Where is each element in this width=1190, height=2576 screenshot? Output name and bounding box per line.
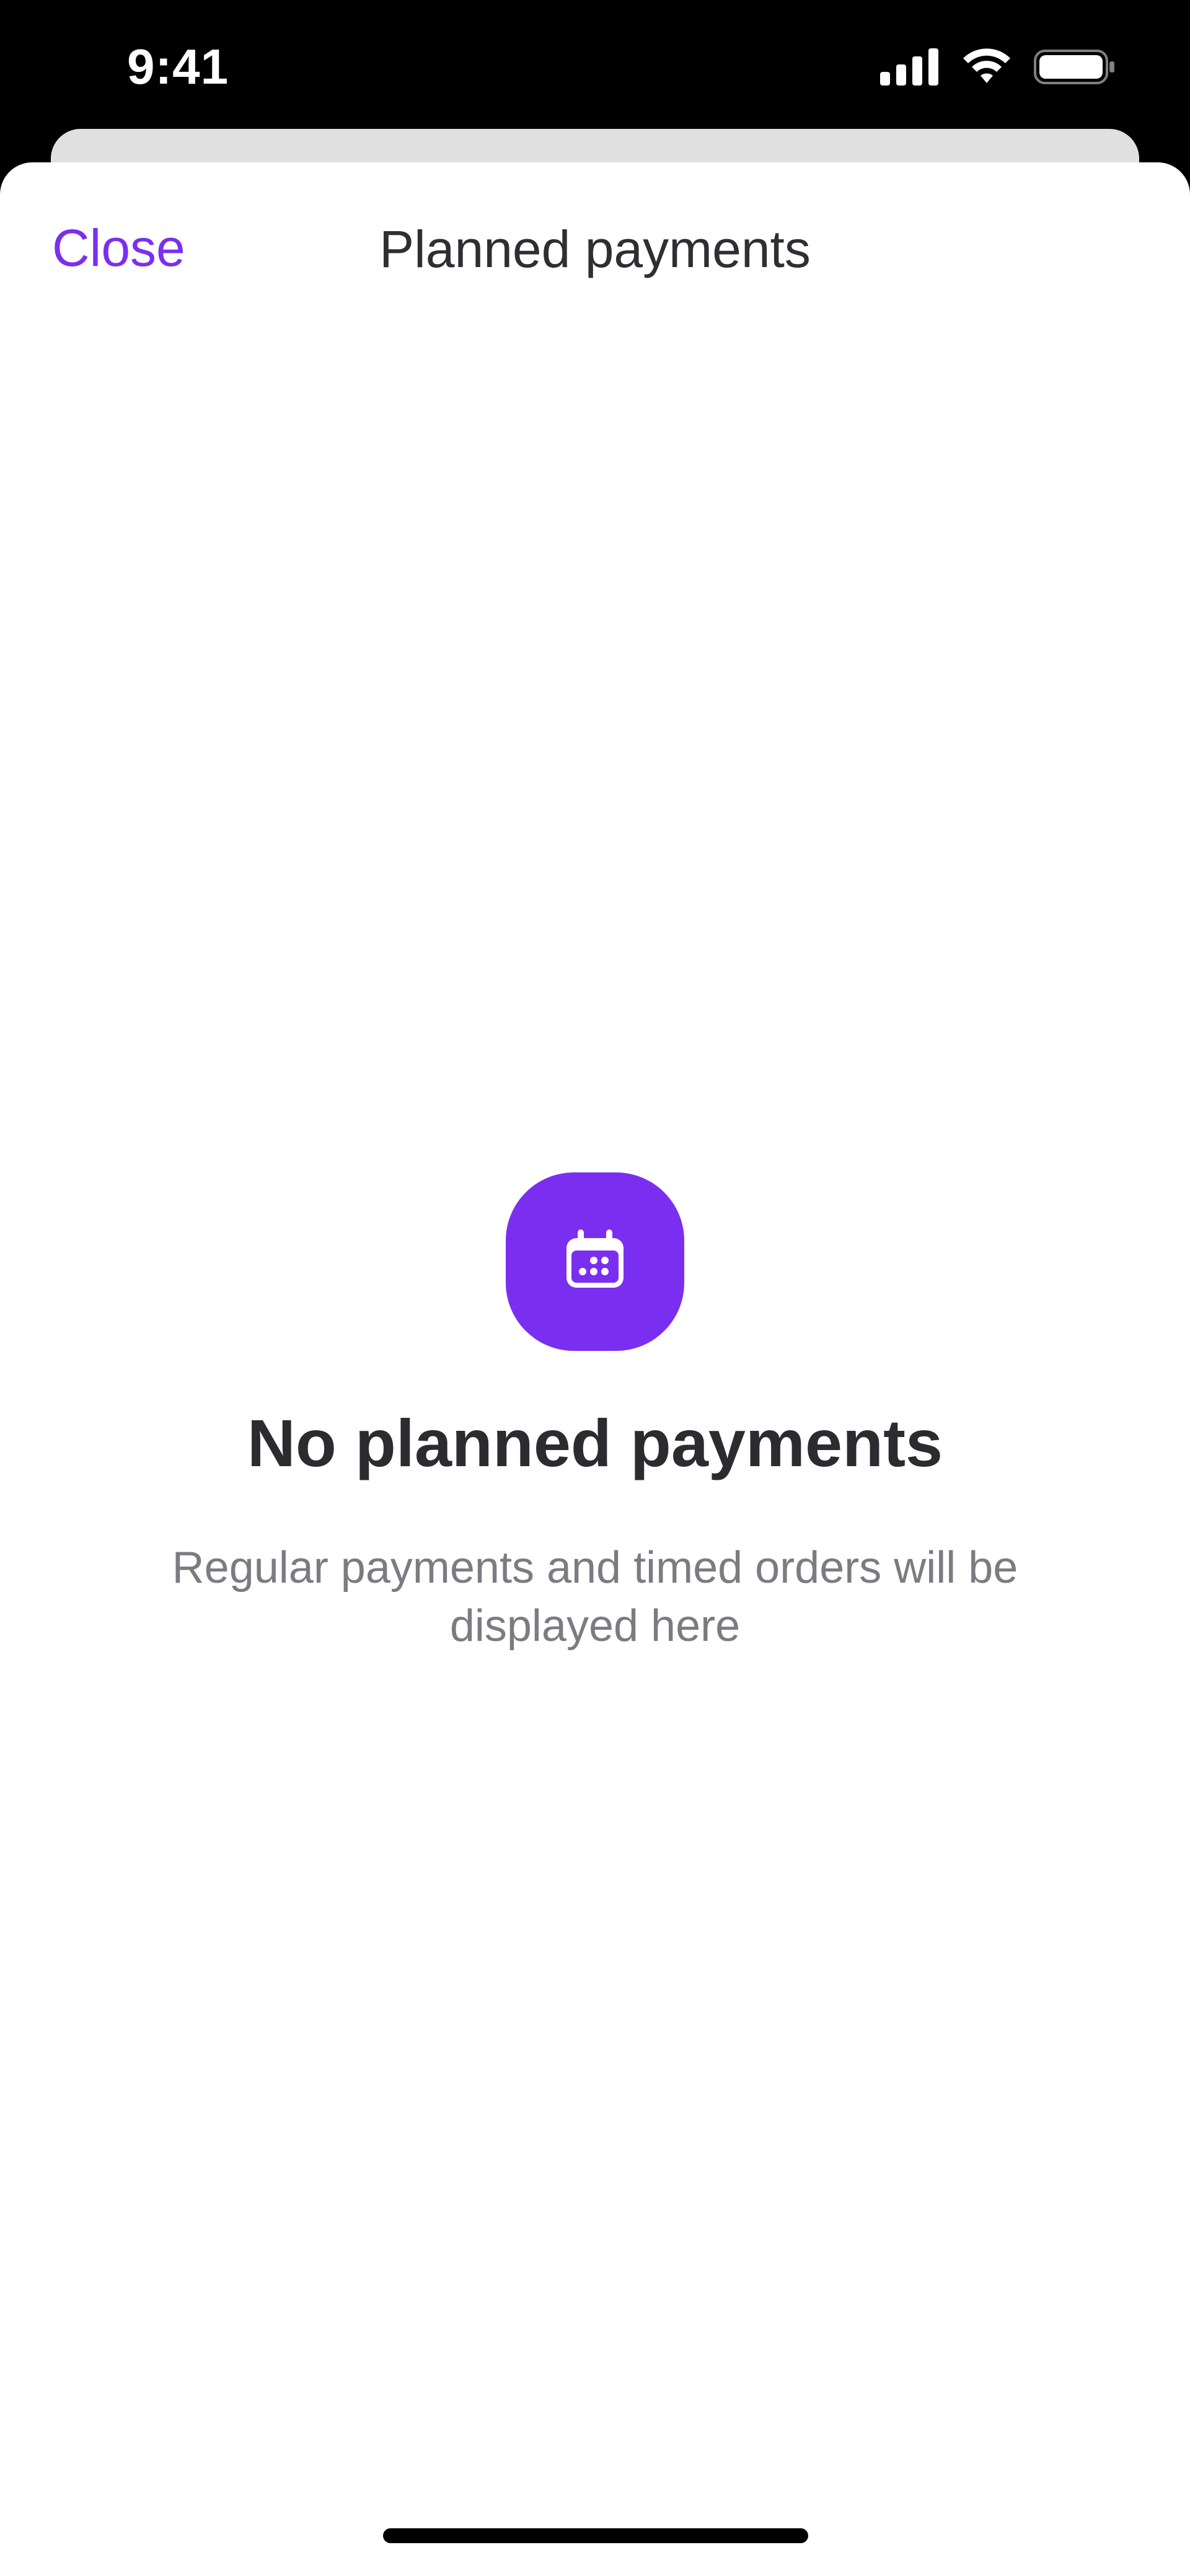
empty-state-title: No planned payments — [247, 1405, 943, 1480]
planned-payments-sheet: Close Planned payments No planned paymen… — [0, 162, 1190, 2576]
empty-state-subtitle: Regular payments and timed orders will b… — [172, 1543, 1018, 1651]
home-indicator[interactable] — [383, 2528, 808, 2543]
status-time: 9:41 — [127, 39, 229, 94]
nav-bar: Close Planned payments — [0, 162, 1190, 342]
screen: 9:41 Close Planned payments No planned p… — [0, 0, 1190, 2576]
status-icons — [880, 48, 1116, 89]
empty-state: No planned payments Regular payments and… — [0, 1172, 1190, 1655]
page-title: Planned payments — [379, 220, 811, 278]
battery-icon — [1034, 48, 1116, 89]
wifi-icon — [962, 48, 1011, 89]
status-bar: 9:41 — [0, 0, 1190, 130]
empty-state-icon-badge — [506, 1172, 684, 1351]
calendar-icon — [562, 1227, 628, 1297]
signal-icon — [880, 48, 940, 89]
